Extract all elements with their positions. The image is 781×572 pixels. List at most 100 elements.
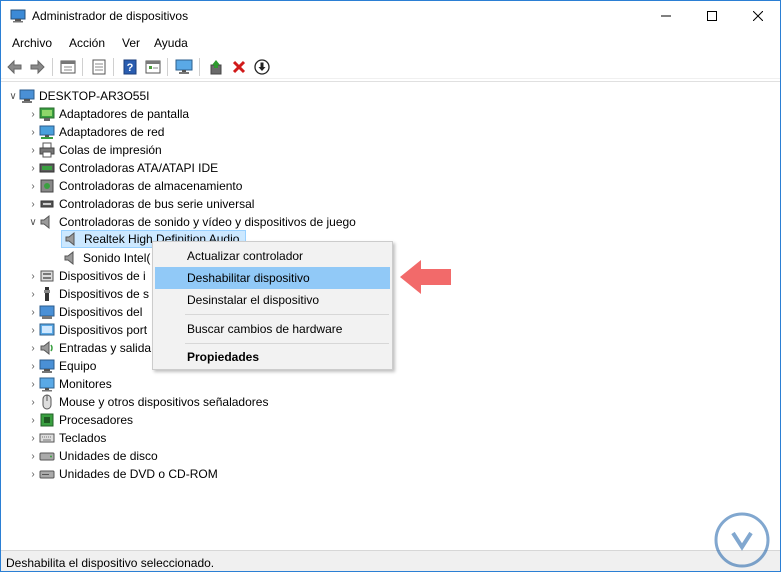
minimize-button[interactable] (643, 1, 689, 31)
tree-item-dispositivos-port[interactable]: › Dispositivos port (27, 321, 147, 339)
tree-item-entradas-salidas[interactable]: › Entradas y salida (27, 339, 151, 357)
tree-item-label: Adaptadores de pantalla (59, 107, 190, 121)
tree-item-sonido-video[interactable]: ∨ Controladoras de sonido y vídeo y disp… (27, 213, 356, 231)
expand-chevron-icon[interactable]: › (27, 141, 39, 159)
minimize-icon (661, 15, 671, 17)
tree-item-teclados[interactable]: › Teclados (27, 429, 106, 447)
expand-chevron-icon[interactable]: › (27, 321, 39, 339)
tree-item-almacenamiento[interactable]: › Controladoras de almacenamiento (27, 177, 242, 195)
uninstall-button[interactable] (230, 58, 248, 76)
ide-controller-icon (39, 163, 55, 173)
device-manager-icon (10, 9, 26, 23)
expand-chevron-icon[interactable]: › (27, 267, 39, 285)
expand-chevron-icon[interactable]: › (27, 339, 39, 357)
view-button[interactable] (144, 58, 162, 76)
tree-item-dvd[interactable]: › Unidades de DVD o CD-ROM (27, 465, 217, 483)
tree-item-dispositivos-i[interactable]: › Dispositivos de i (27, 267, 146, 285)
close-button[interactable] (735, 1, 781, 31)
tree-item-sonido-intel[interactable]: Sonido Intel( (63, 249, 150, 267)
window-title: Administrador de dispositivos (32, 9, 189, 23)
tree-item-label: Procesadores (59, 413, 134, 427)
menu-item-actualizar[interactable]: Actualizar controlador (155, 245, 390, 267)
storage-controller-icon (40, 179, 54, 193)
expand-chevron-icon[interactable]: › (27, 123, 39, 141)
collapse-chevron-icon[interactable]: ∨ (7, 87, 19, 105)
tree-item-equipo[interactable]: › Equipo (27, 357, 96, 375)
tree-item-adaptadores-pantalla[interactable]: › Adaptadores de pantalla (27, 105, 189, 123)
back-icon (7, 59, 22, 75)
maximize-button[interactable] (689, 1, 735, 31)
security-device-icon (44, 287, 50, 301)
properties-grid-button[interactable] (59, 58, 77, 76)
menu-item-propiedades[interactable]: Propiedades (155, 346, 390, 368)
list-icon (92, 59, 106, 75)
expand-chevron-icon[interactable]: › (27, 429, 39, 447)
tree-root[interactable]: ∨ DESKTOP-AR3O55I (7, 87, 149, 105)
uninstall-icon (232, 60, 246, 74)
tree-item-colas-impresion[interactable]: › Colas de impresión (27, 141, 162, 159)
tree-item-label: Dispositivos del (59, 305, 143, 319)
expand-chevron-icon[interactable]: › (27, 105, 39, 123)
tree-item-unidades-disco[interactable]: › Unidades de disco (27, 447, 157, 465)
tree-item-dispositivos-del[interactable]: › Dispositivos del (27, 303, 142, 321)
menu-archivo[interactable]: Archivo (12, 36, 52, 50)
list-button[interactable] (90, 58, 108, 76)
usb-controller-icon (40, 200, 54, 208)
tree-item-dispositivos-s[interactable]: › Dispositivos de s (27, 285, 149, 303)
expand-chevron-icon[interactable]: › (27, 393, 39, 411)
forward-button[interactable] (28, 58, 46, 76)
toolbar-divider (167, 58, 168, 76)
collapse-chevron-icon[interactable]: ∨ (27, 213, 39, 231)
update-driver-button[interactable] (207, 58, 225, 76)
close-icon (753, 11, 763, 21)
properties-grid-icon (60, 60, 76, 74)
context-menu: Actualizar controlador Deshabilitar disp… (152, 241, 393, 370)
toolbar-divider (82, 58, 83, 76)
menu-ayuda[interactable]: Ayuda (154, 36, 188, 50)
menu-separator (185, 314, 389, 315)
expand-chevron-icon[interactable]: › (27, 375, 39, 393)
printer-icon (39, 142, 55, 158)
tree-item-label: Controladoras de almacenamiento (59, 179, 243, 193)
tree-item-label: Dispositivos de s (59, 287, 150, 301)
back-button[interactable] (6, 58, 24, 76)
network-adapter-icon (39, 125, 55, 139)
expand-chevron-icon[interactable]: › (27, 303, 39, 321)
expand-chevron-icon[interactable]: › (27, 285, 39, 303)
monitor-button[interactable] (175, 58, 193, 76)
toolbar-divider (199, 58, 200, 76)
tree-item-adaptadores-red[interactable]: › Adaptadores de red (27, 123, 164, 141)
expand-chevron-icon[interactable]: › (27, 159, 39, 177)
keyboard-icon (39, 433, 55, 443)
menu-item-desinstalar[interactable]: Desinstalar el dispositivo (155, 289, 390, 311)
tree-item-label: Adaptadores de red (59, 125, 165, 139)
display-adapter-icon (39, 107, 55, 121)
processor-icon (40, 413, 54, 427)
expand-chevron-icon[interactable]: › (27, 357, 39, 375)
menu-separator (185, 343, 389, 344)
help-button[interactable]: ? (121, 58, 139, 76)
help-icon: ? (123, 59, 137, 75)
mouse-icon (42, 394, 52, 410)
computer-icon (39, 359, 55, 373)
monitor-icon (175, 59, 193, 74)
toolbar-divider (113, 58, 114, 76)
tree-item-usb[interactable]: › Controladoras de bus serie universal (27, 195, 254, 213)
tree-item-monitores[interactable]: › Monitores (27, 375, 112, 393)
expand-chevron-icon[interactable]: › (27, 411, 39, 429)
download-button[interactable] (253, 58, 271, 76)
menu-ver[interactable]: Ver (122, 36, 140, 50)
tree-item-procesadores[interactable]: › Procesadores (27, 411, 133, 429)
menu-item-buscar[interactable]: Buscar cambios de hardware (155, 318, 390, 340)
expand-chevron-icon[interactable]: › (27, 177, 39, 195)
expand-chevron-icon[interactable]: › (27, 195, 39, 213)
expand-chevron-icon[interactable]: › (27, 465, 39, 483)
menu-accion[interactable]: Acción (69, 36, 105, 50)
tree-item-mouse[interactable]: › Mouse y otros dispositivos señaladores (27, 393, 268, 411)
tree-item-ata-atapi[interactable]: › Controladoras ATA/ATAPI IDE (27, 159, 218, 177)
tree-item-label: Controladoras ATA/ATAPI IDE (59, 161, 219, 175)
tree-item-label: Dispositivos de i (59, 269, 146, 283)
tree-item-label: Equipo (59, 359, 97, 373)
expand-chevron-icon[interactable]: › (27, 447, 39, 465)
menu-item-deshabilitar[interactable]: Deshabilitar dispositivo (155, 267, 390, 289)
